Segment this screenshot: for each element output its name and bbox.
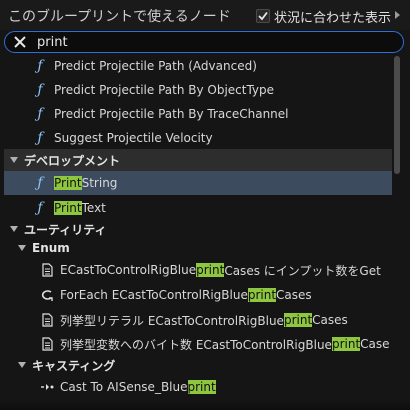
category-enum[interactable]: Enum [4, 237, 392, 259]
results-list: ƒ Predict Projectile Path (Advanced) ƒ P… [4, 54, 392, 410]
search-match: print [283, 313, 313, 327]
function-icon: ƒ [37, 58, 43, 74]
search-match: print [331, 337, 361, 351]
loop-icon [41, 290, 53, 301]
item-label-post: Cases [276, 288, 312, 302]
search-match: print [196, 263, 225, 277]
list-item[interactable]: ƒ Predict Projectile Path (Advanced) [4, 54, 392, 78]
item-label-post: Case [360, 337, 390, 351]
item-label-pre: Cast To AISense_Blue [60, 380, 188, 394]
list-item[interactable]: Cast To AISense_Blue print [4, 375, 392, 399]
context-sensitive-checkbox[interactable] [256, 9, 270, 23]
search-match: Print [54, 201, 82, 215]
function-icon: ƒ [37, 82, 43, 98]
document-icon [42, 313, 53, 327]
context-sensitive-label: 状況に合わせた表示 [274, 10, 392, 26]
item-label-post: Cases [312, 313, 348, 327]
function-icon: ƒ [37, 200, 43, 216]
function-icon: ƒ [37, 106, 43, 122]
item-label: Suggest Projectile Velocity [54, 131, 213, 145]
search-box[interactable] [4, 31, 404, 53]
item-label-pre: 列挙型リテラル ECastToControlRigBlue [60, 313, 284, 328]
collapse-triangle-icon[interactable] [18, 362, 26, 368]
list-item[interactable]: ECastToControlRigBlue print Cases にインプット数を… [4, 258, 392, 282]
item-label-pre: ForEach ECastToControlRigBlue [60, 288, 248, 302]
search-match: print [247, 288, 277, 302]
palette-header: このブループリントで使えるノード 状況に合わせた表示 [0, 0, 410, 30]
cast-icon [41, 384, 54, 390]
list-item-print-text[interactable]: ƒ Print Text [4, 196, 392, 220]
collapse-triangle-icon[interactable] [10, 226, 18, 232]
category-label: デベロップメント [24, 153, 121, 168]
results-scrollbar[interactable] [394, 56, 400, 174]
bottom-edge [0, 400, 410, 410]
search-match: Print [54, 176, 82, 190]
search-input[interactable] [37, 34, 367, 50]
collapse-triangle-icon[interactable] [18, 245, 26, 251]
function-icon: ƒ [37, 175, 43, 191]
palette-title: このブループリントで使えるノード [8, 9, 231, 25]
category-casting[interactable]: キャスティング [4, 354, 392, 376]
clear-search-icon[interactable] [13, 35, 27, 49]
list-item[interactable]: ForEach ECastToControlRigBlue print Cases [4, 283, 392, 307]
list-item[interactable]: ƒ Suggest Projectile Velocity [4, 126, 392, 150]
list-item-print-string[interactable]: ƒ Print String [4, 171, 392, 195]
category-label: キャスティング [32, 358, 116, 373]
item-label-pre: 列挙型変数へのバイト数 ECastToControlRigBlue [60, 337, 332, 352]
item-label-post: Cases にインプット数をGet [224, 263, 381, 278]
context-sensitive-toggle[interactable]: 状況に合わせた表示 [256, 7, 392, 26]
document-icon [42, 337, 53, 351]
item-label: Predict Projectile Path By TraceChannel [54, 107, 289, 121]
category-development[interactable]: デベロップメント [4, 149, 392, 171]
expand-arrow-icon[interactable] [395, 11, 400, 19]
item-label-rest: Text [81, 201, 106, 215]
checkmark-icon [258, 11, 268, 21]
list-item[interactable]: 列挙型リテラル ECastToControlRigBlue print Cases [4, 308, 392, 332]
function-icon: ƒ [37, 130, 43, 146]
item-label-rest: String [81, 176, 118, 190]
item-label: Predict Projectile Path By ObjectType [54, 83, 275, 97]
list-item[interactable]: ƒ Predict Projectile Path By TraceChanne… [4, 102, 392, 126]
collapse-triangle-icon[interactable] [10, 157, 18, 163]
document-icon [42, 263, 53, 277]
list-item[interactable]: ƒ Predict Projectile Path By ObjectType [4, 78, 392, 102]
item-label-pre: ECastToControlRigBlue [60, 263, 197, 277]
search-match: print [187, 380, 216, 394]
category-label: ユーティリティ [24, 222, 107, 237]
item-label: Predict Projectile Path (Advanced) [54, 59, 257, 73]
list-item[interactable]: 列挙型変数へのバイト数 ECastToControlRigBlue print Ca… [4, 332, 392, 356]
category-label: Enum [32, 241, 70, 255]
